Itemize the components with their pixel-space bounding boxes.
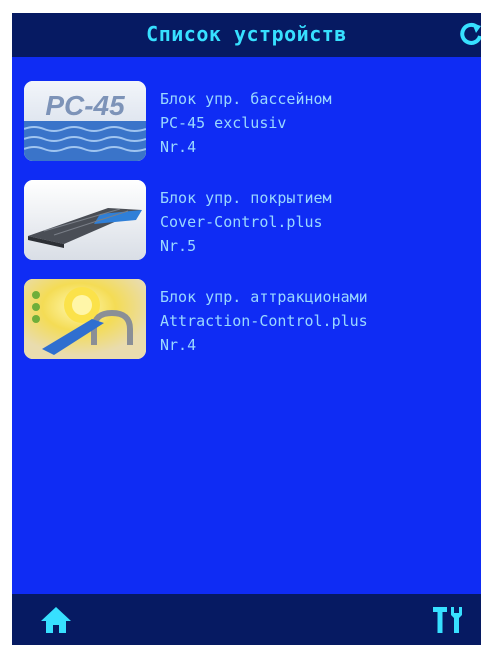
device-number: Nr.4 — [160, 336, 197, 354]
device-type: Блок упр. бассейном — [160, 90, 332, 108]
refresh-icon[interactable] — [457, 21, 481, 49]
device-type: Блок упр. аттракционами — [160, 288, 368, 306]
device-number: Nr.4 — [160, 138, 197, 156]
title-bar: Список устройств — [12, 13, 481, 57]
device-model: Cover-Control.plus — [160, 213, 323, 231]
page-title: Список устройств — [146, 22, 347, 46]
device-item-attraction-control[interactable]: Блок упр. аттракционами Attraction-Contr… — [24, 271, 464, 359]
home-icon[interactable] — [40, 605, 72, 635]
device-text: Блок упр. аттракционами Attraction-Contr… — [160, 285, 368, 357]
device-item-cover-control[interactable]: Блок упр. покрытием Cover-Control.plus N… — [24, 172, 464, 260]
device-model: PC-45 exclusiv — [160, 114, 287, 132]
app-window: Список устройств PC-45 Блок упр. бассейн… — [12, 13, 481, 645]
device-text: Блок упр. бассейном PC-45 exclusiv Nr.4 — [160, 87, 332, 159]
pool-controller-thumbnail: PC-45 — [24, 81, 146, 161]
tools-icon[interactable] — [431, 605, 467, 635]
device-text: Блок упр. покрытием Cover-Control.plus N… — [160, 186, 332, 258]
device-type: Блок упр. покрытием — [160, 189, 332, 207]
device-number: Nr.5 — [160, 237, 197, 255]
thumbnail-label: PC-45 — [45, 90, 125, 121]
pool-cover-thumbnail — [24, 180, 146, 260]
device-item-pool-control[interactable]: PC-45 Блок упр. бассейном PC-45 exclusiv… — [24, 73, 464, 161]
bottom-bar — [12, 594, 481, 645]
attraction-thumbnail — [24, 279, 146, 359]
device-model: Attraction-Control.plus — [160, 312, 368, 330]
